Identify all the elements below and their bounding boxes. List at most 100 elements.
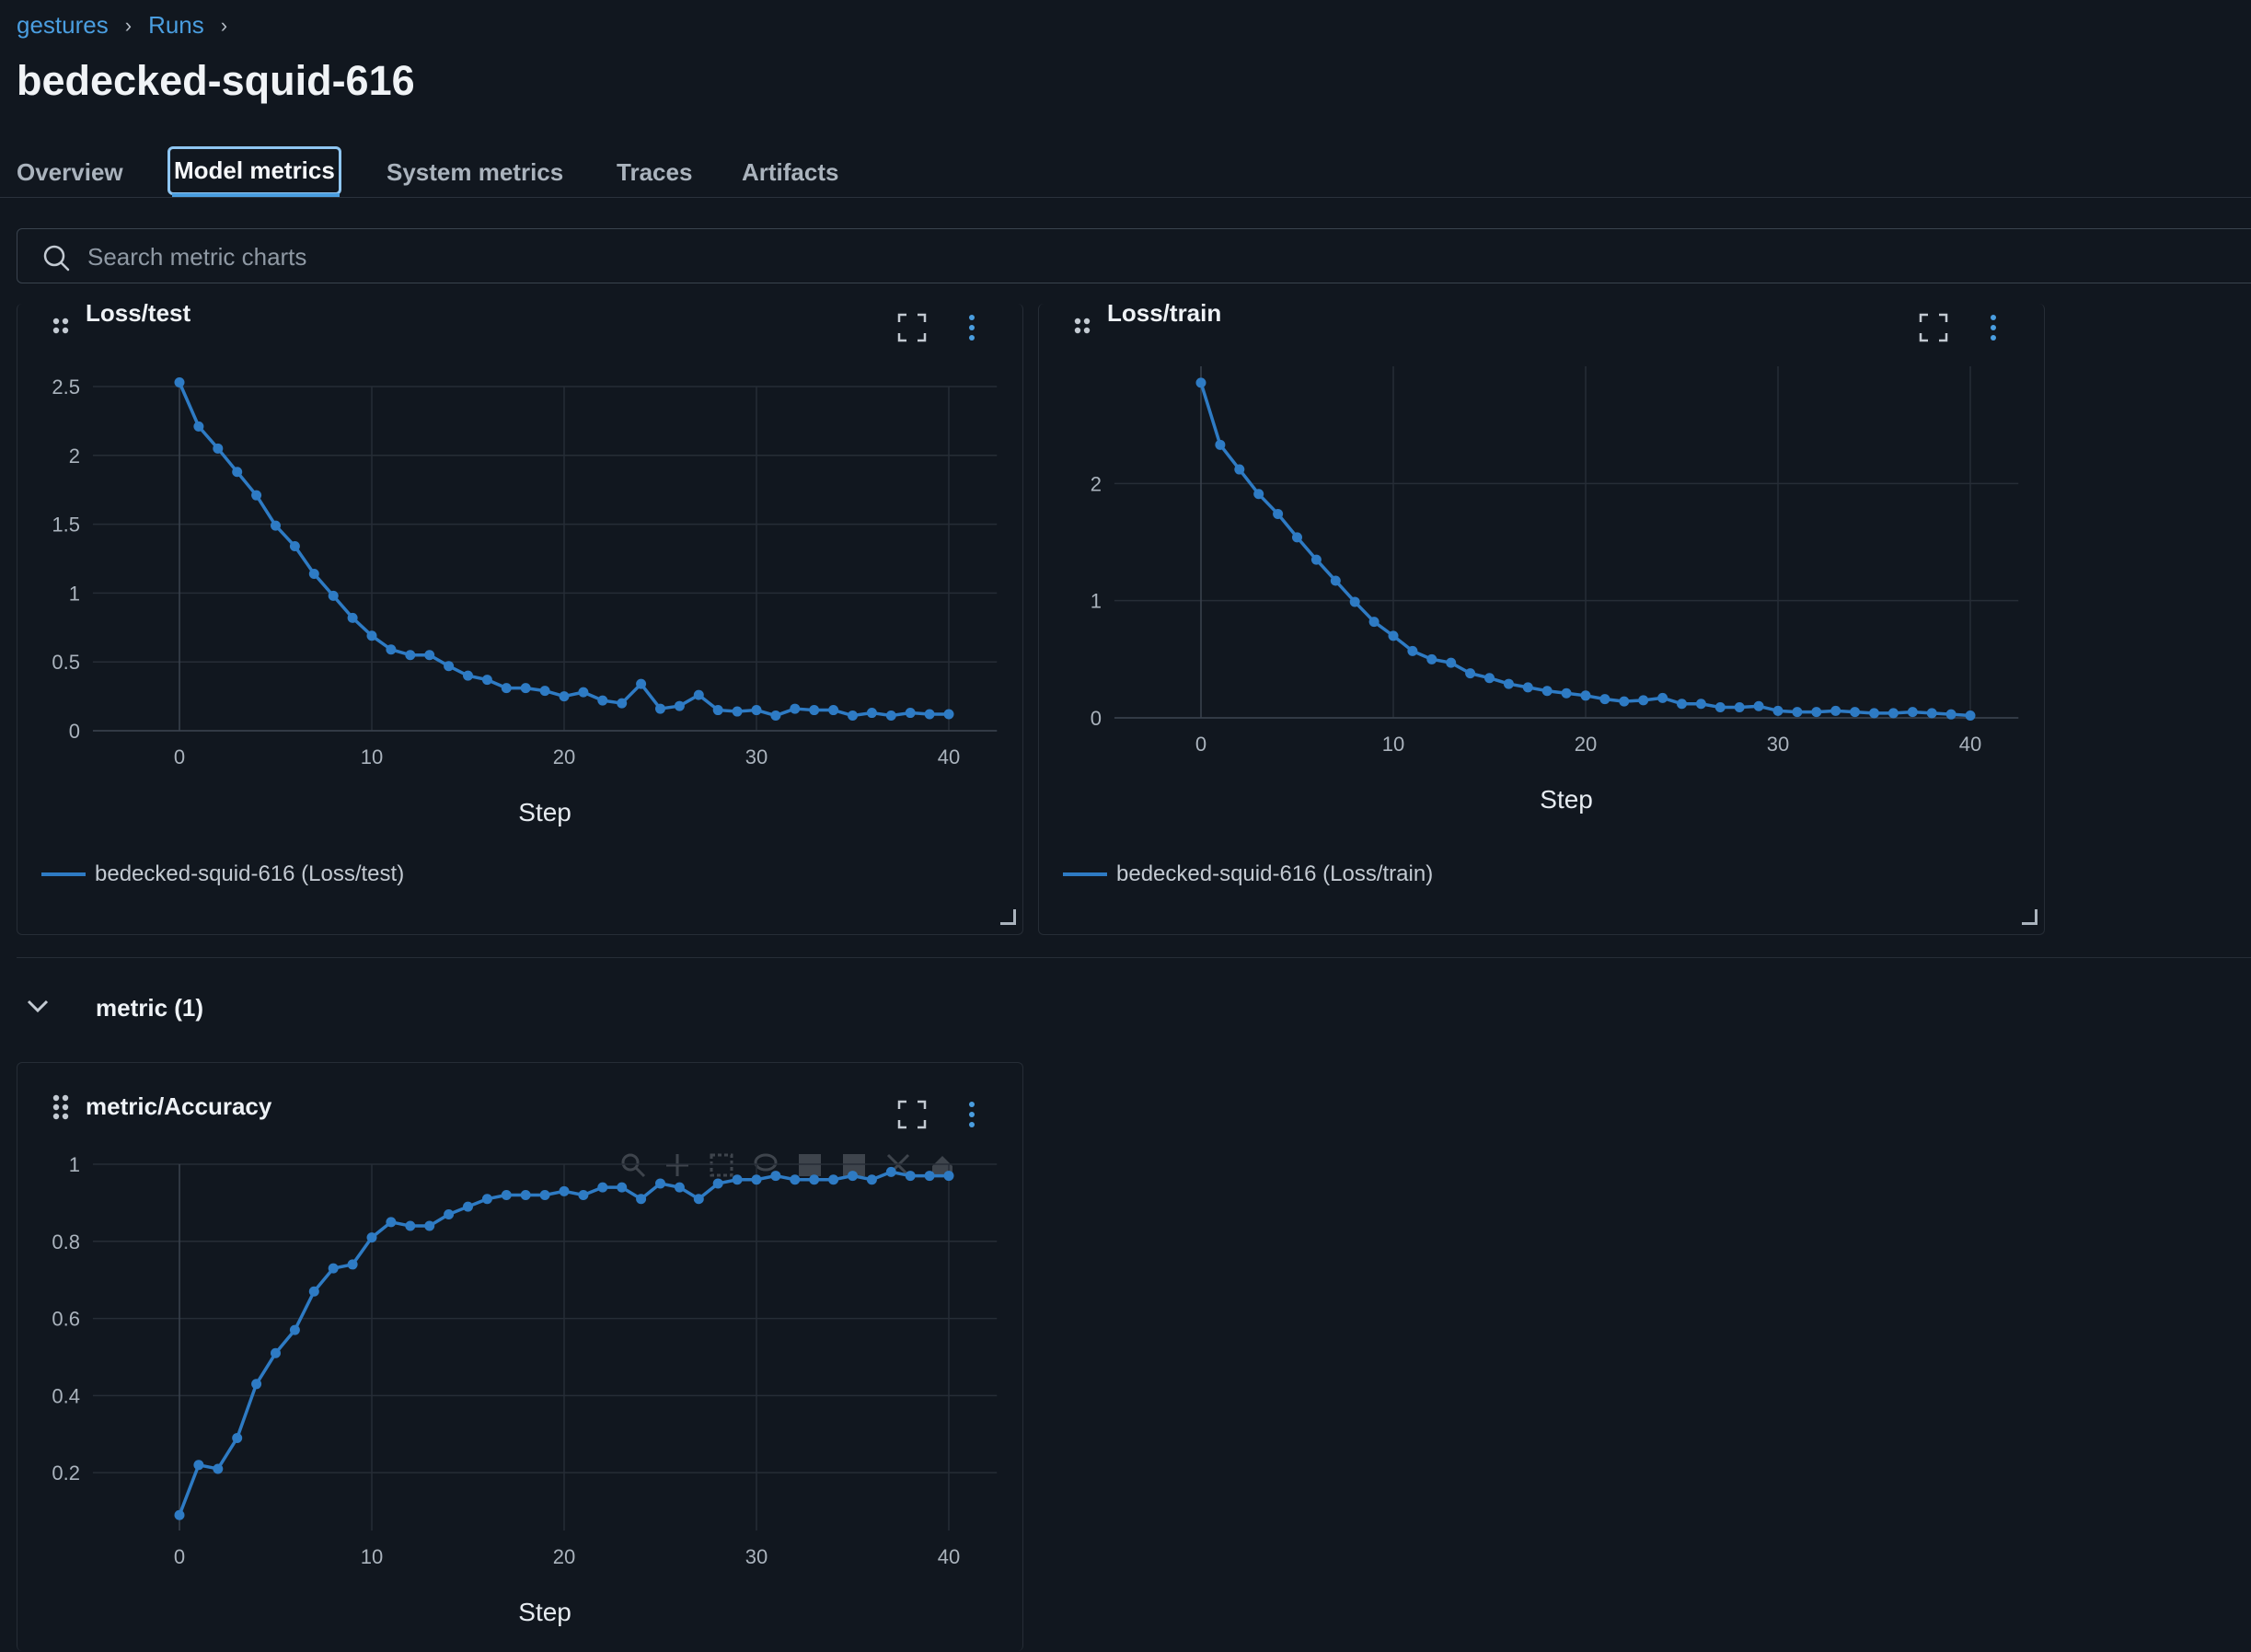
data-point: [559, 1185, 570, 1196]
data-point: [943, 709, 954, 720]
chevron-down-icon[interactable]: [26, 998, 52, 1019]
x-axis-label: Step: [1540, 785, 1593, 814]
data-point: [770, 1171, 781, 1182]
data-point: [232, 1432, 243, 1443]
data-point: [1677, 699, 1687, 710]
legend-swatch: [1063, 872, 1107, 876]
breadcrumb-link-runs[interactable]: Runs: [148, 11, 204, 40]
breadcrumb-separator: ›: [124, 13, 133, 37]
x-tick-label: 30: [1767, 733, 1789, 756]
data-point: [1234, 464, 1245, 475]
data-point: [655, 1178, 665, 1189]
data-point: [1599, 694, 1610, 705]
data-point: [1253, 489, 1264, 500]
data-point: [251, 490, 262, 501]
data-point: [1887, 708, 1899, 719]
data-point: [751, 1174, 762, 1185]
x-tick-label: 10: [361, 1545, 383, 1568]
data-point: [308, 568, 319, 579]
breadcrumb: gestures › Runs ›: [17, 11, 244, 40]
x-tick-label: 30: [745, 745, 768, 768]
loss-train-chart[interactable]: 0120 10 20 30 40Step: [1039, 304, 2046, 935]
resize-handle[interactable]: [1000, 909, 1016, 925]
y-tick-label: 2: [1091, 472, 1102, 495]
data-point: [386, 644, 397, 655]
data-point: [1792, 707, 1803, 718]
data-point: [674, 700, 685, 711]
data-point: [1945, 709, 1957, 720]
y-tick-label: 0: [1091, 707, 1102, 730]
data-point: [1580, 690, 1591, 701]
data-point: [578, 687, 589, 698]
data-point: [1811, 707, 1822, 718]
legend-label: bedecked-squid-616 (Loss/test): [95, 861, 405, 886]
x-tick-label: 40: [938, 745, 960, 768]
section-header-metric[interactable]: metric (1): [26, 994, 203, 1022]
y-tick-label: 0: [69, 720, 80, 743]
data-point: [1772, 705, 1783, 716]
active-tab-indicator: [172, 193, 340, 197]
data-point: [1907, 707, 1918, 718]
data-point: [924, 709, 935, 720]
data-point: [1714, 702, 1726, 713]
data-point: [1349, 596, 1360, 607]
data-point: [501, 683, 512, 694]
breadcrumb-link-experiment[interactable]: gestures: [17, 11, 109, 40]
chart-legend[interactable]: bedecked-squid-616 (Loss/test): [41, 861, 404, 887]
x-tick-label: 20: [1575, 733, 1597, 756]
data-point: [1273, 508, 1284, 519]
x-tick-label: 0: [174, 745, 185, 768]
chart-card-loss-test: Loss/test 0 0.5 1 1.5 2 2.5 0 10 20 30 40 Step bede…: [17, 304, 1023, 935]
search-box: [17, 228, 2251, 283]
data-point: [885, 1166, 896, 1177]
data-point: [289, 1324, 300, 1335]
data-point: [790, 703, 801, 714]
data-point: [1407, 645, 1418, 656]
data-point: [520, 1190, 531, 1201]
accuracy-chart[interactable]: 0.20.40.60.810 10 20 30 40Step: [17, 1063, 1024, 1652]
data-point: [655, 703, 665, 714]
x-tick-label: 10: [1382, 733, 1404, 756]
tab-traces[interactable]: Traces: [613, 153, 696, 192]
data-point: [1446, 657, 1457, 668]
data-point: [444, 661, 455, 672]
x-tick-label: 30: [745, 1545, 768, 1568]
x-tick-label: 40: [1959, 733, 1981, 756]
data-point: [232, 467, 243, 478]
section-divider: [17, 957, 2251, 958]
data-point: [732, 1174, 743, 1185]
data-point: [732, 706, 743, 717]
chart-legend[interactable]: bedecked-squid-616 (Loss/train): [1063, 861, 1433, 887]
data-point: [578, 1190, 589, 1201]
x-tick-label: 20: [553, 1545, 575, 1568]
data-point: [424, 650, 435, 661]
loss-test-chart[interactable]: 0 0.5 1 1.5 2 2.5 0 10 20 30 40 Step: [17, 304, 1024, 935]
page-title: bedecked-squid-616: [17, 57, 415, 104]
section-label: metric (1): [96, 994, 204, 1022]
data-point: [693, 689, 704, 700]
data-point: [405, 1220, 416, 1231]
y-tick-label: 0.4: [52, 1384, 80, 1407]
data-point: [463, 1201, 473, 1212]
y-tick-label: 0.6: [52, 1308, 80, 1331]
data-point: [1926, 708, 1937, 719]
data-point: [866, 1174, 877, 1185]
data-point: [328, 590, 339, 601]
data-point: [809, 705, 820, 716]
data-point: [539, 1190, 550, 1201]
y-tick-label: 0.5: [52, 651, 80, 674]
resize-handle[interactable]: [2022, 909, 2037, 925]
data-point: [213, 443, 224, 454]
data-point: [674, 1182, 685, 1193]
tab-model-metrics[interactable]: Model metrics: [167, 146, 341, 195]
tab-artifacts[interactable]: Artifacts: [738, 153, 842, 192]
chart-card-accuracy: metric/Accuracy 0.2 0.4 0.6 0.8 1 0 10 20 30 40 St…: [17, 1062, 1023, 1651]
tab-overview[interactable]: Overview: [13, 153, 127, 192]
data-point: [636, 1194, 647, 1205]
tab-system-metrics[interactable]: System metrics: [383, 153, 567, 192]
data-point: [1484, 673, 1495, 684]
data-point: [1734, 702, 1745, 713]
data-point: [712, 1178, 723, 1189]
data-point: [1830, 705, 1841, 716]
search-input[interactable]: [86, 238, 1194, 275]
